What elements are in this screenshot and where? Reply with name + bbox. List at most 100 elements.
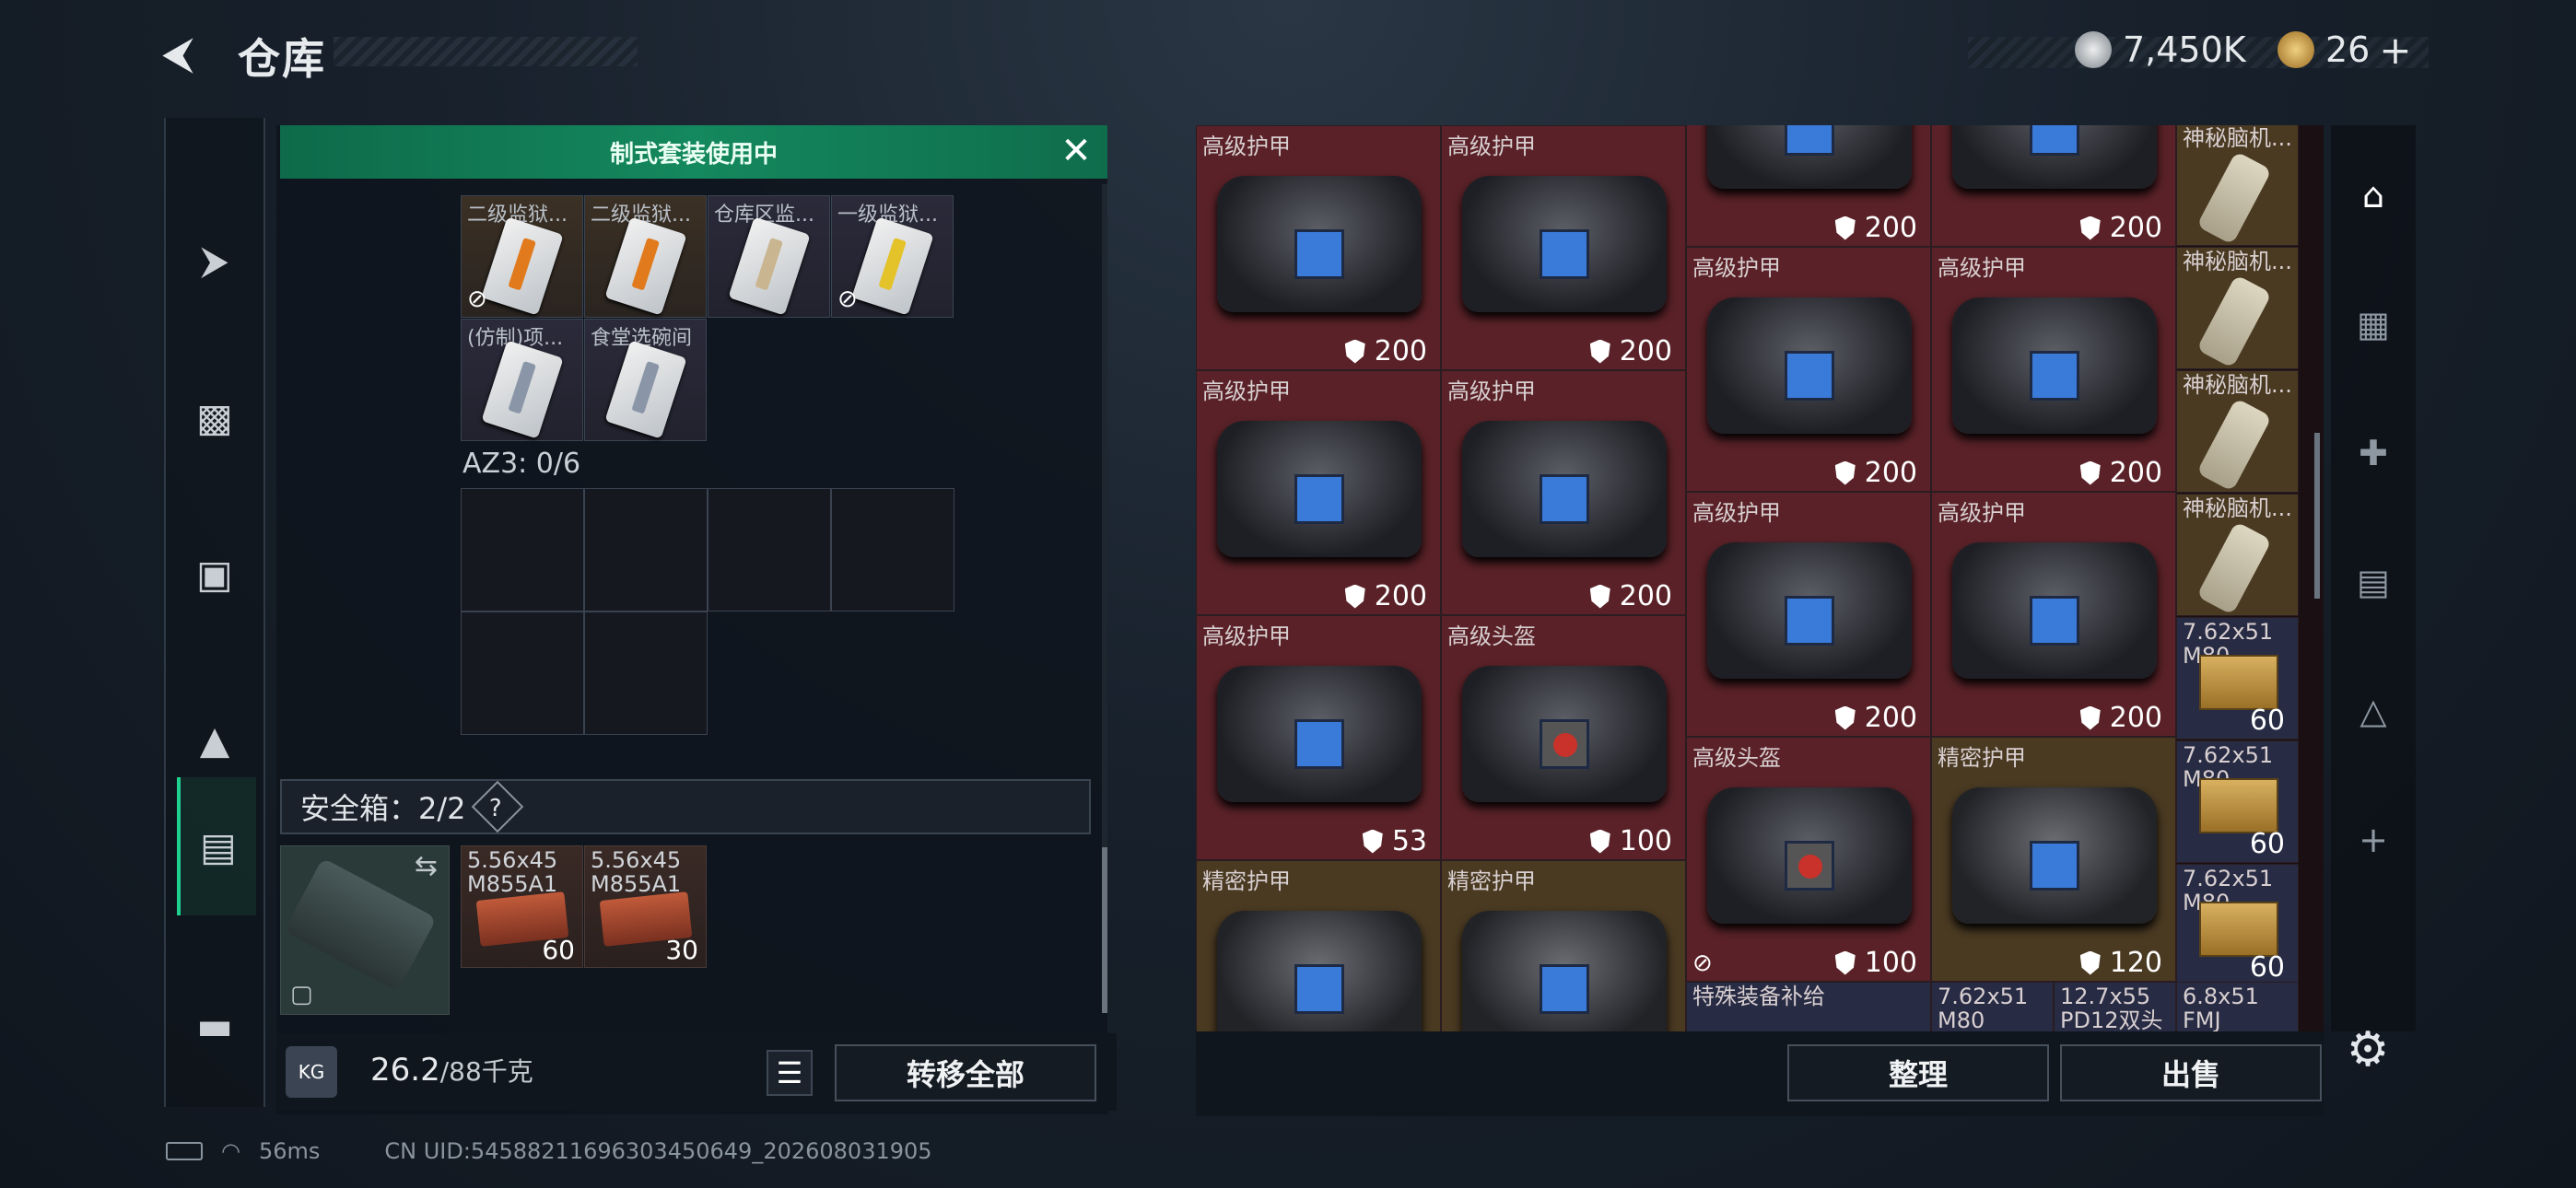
help-icon[interactable]: ? xyxy=(471,780,523,833)
stash-item[interactable]: 高级护甲 200 xyxy=(1931,247,2176,492)
item-label: 高级护甲 xyxy=(1938,500,2026,526)
stash-item[interactable]: 200 xyxy=(1931,125,2176,247)
shield-icon xyxy=(1344,584,1365,609)
empty-slot[interactable] xyxy=(461,611,584,735)
keycard-slot[interactable]: 一级监狱... ⊘ xyxy=(831,195,954,318)
stash-item-small[interactable]: 神秘脑机... xyxy=(2176,370,2299,493)
stash-item-small[interactable]: 6.8x51 FMJ xyxy=(2176,982,2299,1031)
stash-scrollbar[interactable] xyxy=(2314,433,2320,599)
stash-item[interactable]: 高级头盔 100 xyxy=(1441,615,1686,860)
stash-item[interactable]: 200 xyxy=(1686,125,1931,247)
gold-add-icon[interactable]: + xyxy=(2379,28,2411,73)
stash-item[interactable]: 精密护甲 xyxy=(1196,860,1441,1031)
stash-item-small[interactable]: 神秘脑机... xyxy=(2176,494,2299,616)
durability-value: 100 xyxy=(1834,947,1917,979)
category-sidebar: ⮞ ▩ ▣ ▲ ▤ ▬ xyxy=(164,118,265,1107)
sidenav-toolbox[interactable]: ▬ xyxy=(166,956,263,1094)
sidenav-safebox[interactable]: ▤ xyxy=(177,777,256,915)
ammo-slot[interactable]: 5.56x45 M855A1 60 xyxy=(461,845,583,968)
keycard-slot[interactable]: 二级监狱... xyxy=(584,195,707,318)
left-scrollbar[interactable] xyxy=(1102,184,1107,1013)
item-label: 7.62x51 M80 xyxy=(1938,984,2029,1031)
stash-item[interactable]: 高级头盔 100 ⊘ xyxy=(1686,737,1931,982)
stash-item-small[interactable]: 7.62x51 M8060 xyxy=(2176,864,2299,986)
item-label: 12.7x55 PD12双头 xyxy=(2060,984,2163,1031)
stash-item-small[interactable]: 7.62x51 M8060 xyxy=(2176,740,2299,863)
cargo-iii-icon: △ xyxy=(2359,691,2387,731)
sort-button[interactable]: 整理 xyxy=(1787,1044,2049,1101)
keycard-image xyxy=(604,216,687,316)
shield-icon xyxy=(1589,584,1610,609)
stash-tab-crate[interactable]: ▦ xyxy=(2340,291,2406,357)
empty-slot[interactable] xyxy=(584,488,708,611)
shield-icon xyxy=(1834,705,1856,730)
stash-item-small[interactable]: 12.7x55 PD12双头 xyxy=(2054,982,2176,1031)
sidenav-weapon[interactable]: ⮞ xyxy=(166,192,263,330)
armor-bag-image xyxy=(1217,911,1422,1031)
item-label: 高级护甲 xyxy=(1202,379,1291,404)
keycard-image xyxy=(728,216,811,316)
weight-display: 26.2/88千克 xyxy=(370,1052,533,1089)
ping-value: 56ms xyxy=(258,1138,321,1164)
ammo-box-image xyxy=(2199,902,2278,957)
gold-amount: 26 xyxy=(2325,29,2371,70)
transfer-all-button[interactable]: 转移全部 xyxy=(835,1044,1096,1101)
sidenav-armor[interactable]: ▩ xyxy=(166,348,263,486)
pouch-icon: ▲ xyxy=(199,716,230,763)
shield-icon xyxy=(2079,705,2101,730)
stash-tab-main[interactable]: ⌂ xyxy=(2340,162,2406,228)
empty-slot[interactable] xyxy=(831,488,954,611)
stash-item-small[interactable]: 神秘脑机... xyxy=(2176,247,2299,369)
keycard-slot[interactable]: (仿制)项... xyxy=(461,319,583,441)
keycard-slot[interactable]: 仓库区监... xyxy=(708,195,830,318)
stash-item[interactable]: 精密护甲 xyxy=(1441,860,1686,1031)
stash-item-small[interactable]: 神秘脑机... xyxy=(2176,125,2299,246)
stash-item[interactable]: 高级护甲 200 xyxy=(1686,247,1931,492)
list-icon: ☰ xyxy=(776,1055,803,1090)
keycard-slot[interactable]: 食堂选碗间 xyxy=(584,319,707,441)
stash-item[interactable]: 精密护甲 120 xyxy=(1931,737,2176,982)
keycard-slot[interactable]: 二级监狱... ⊘ xyxy=(461,195,583,318)
settings-gear-icon[interactable]: ⚙ xyxy=(2340,1022,2395,1077)
shield-icon xyxy=(2079,950,2101,975)
stash-item-small[interactable]: 特殊装备补给 xyxy=(1686,982,1931,1031)
armor-bag-image xyxy=(1707,125,1912,189)
empty-slot[interactable] xyxy=(461,488,584,611)
stash-item[interactable]: 高级护甲 200 xyxy=(1441,125,1686,370)
stash-tab-cargo[interactable]: △ xyxy=(2340,678,2406,744)
empty-slot[interactable] xyxy=(708,488,831,611)
stash-tab-folder[interactable]: ▤ xyxy=(2340,549,2406,615)
stash-item[interactable]: 高级护甲 200 xyxy=(1196,370,1441,615)
empty-slot[interactable] xyxy=(584,611,708,735)
gold-currency[interactable]: 26 + xyxy=(2277,24,2412,76)
back-arrow-icon[interactable]: ⮜ xyxy=(162,28,208,79)
stash-item[interactable]: 高级护甲 53 xyxy=(1196,615,1441,860)
shield-icon xyxy=(1834,460,1856,485)
stash-item-small[interactable]: 7.62x51 M80 xyxy=(1931,982,2054,1031)
add-tab-button[interactable]: + xyxy=(2340,807,2406,873)
item-label: 高级头盔 xyxy=(1447,623,1536,649)
safebox-item[interactable]: ⇆ ▢ xyxy=(280,845,450,1015)
ammo-qty: 60 xyxy=(542,935,575,965)
stash-item[interactable]: 高级护甲 200 xyxy=(1441,370,1686,615)
silver-amount: 7,450K xyxy=(2123,29,2246,70)
loadout-banner: 制式套装使用中 ✕ xyxy=(280,125,1107,179)
swap-icon[interactable]: ⇆ xyxy=(415,850,438,882)
item-qty: 60 xyxy=(2249,951,2285,984)
sidenav-backpack[interactable]: ▣ xyxy=(166,505,263,643)
stash-item[interactable]: 高级护甲 200 xyxy=(1931,492,2176,737)
lock-icon: ▢ xyxy=(290,981,313,1008)
armor-bag-image xyxy=(1217,421,1422,557)
stash-tabs: ⌂ ▦ ✚ ▤ △ + xyxy=(2331,125,2416,1031)
crate-iv-icon: ▦ xyxy=(2357,304,2390,344)
backpack-icon: ▣ xyxy=(196,551,233,597)
list-view-button[interactable]: ☰ xyxy=(767,1050,813,1096)
ammo-slot[interactable]: 5.56x45 M855A1 30 xyxy=(584,845,707,968)
vest-icon: ▩ xyxy=(196,394,233,440)
stash-item[interactable]: 高级护甲 200 xyxy=(1196,125,1441,370)
stash-item[interactable]: 高级护甲 200 xyxy=(1686,492,1931,737)
sell-button[interactable]: 出售 xyxy=(2060,1044,2322,1101)
stash-item-small[interactable]: 7.62x51 M8060 xyxy=(2176,617,2299,740)
stash-tab-medkit[interactable]: ✚ xyxy=(2340,420,2406,486)
close-icon[interactable]: ✕ xyxy=(1058,133,1095,169)
